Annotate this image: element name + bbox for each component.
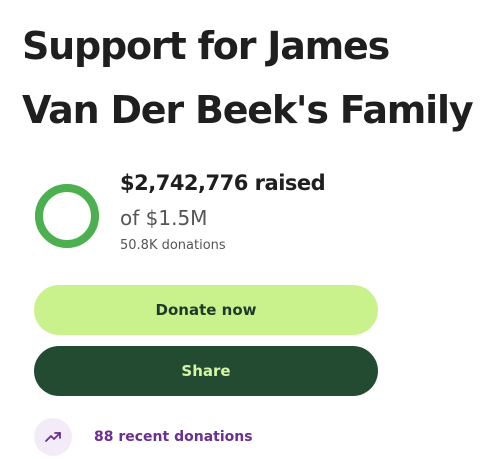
trending-up-icon [34,418,72,456]
goal-amount: of $1.5M [120,206,208,230]
title-line-2: Van Der Beek's Family [22,88,474,132]
campaign-title: Support for James Van Der Beek's Family [22,14,492,142]
progress-ring-graphic [35,184,99,248]
recent-donations-link[interactable]: 88 recent donations [34,418,253,456]
recent-donations-label: 88 recent donations [94,429,253,445]
title-line-1: Support for James [22,24,390,68]
amount-raised: $2,742,776 raised [120,171,326,195]
share-button[interactable]: Share [34,346,378,396]
progress-ring [34,183,100,249]
donate-now-button[interactable]: Donate now [34,285,378,335]
donation-stats: $2,742,776 raised of $1.5M 50.8K donatio… [120,170,326,254]
progress-ring-fill [35,184,99,248]
donations-count: 50.8K donations [120,238,226,253]
